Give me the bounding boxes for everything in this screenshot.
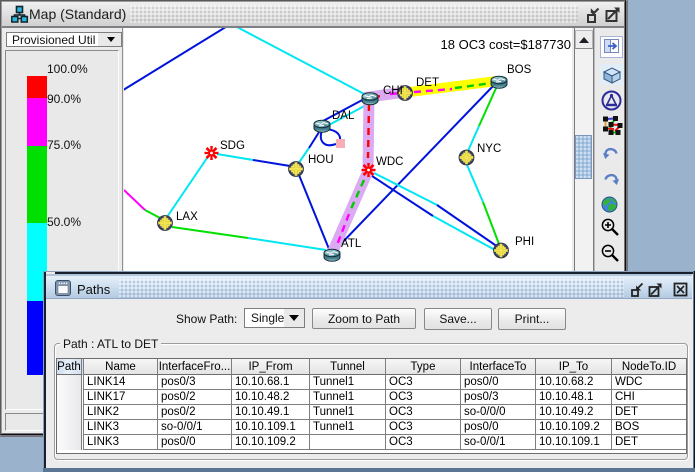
svg-text:NYC: NYC — [477, 143, 501, 155]
svg-text:LAX: LAX — [176, 211, 198, 223]
svg-text:DAL: DAL — [332, 110, 355, 122]
svg-text:CHI: CHI — [383, 85, 403, 97]
svg-text:SDG: SDG — [220, 140, 245, 152]
svg-text:DET: DET — [416, 77, 439, 89]
svg-text:ATL: ATL — [341, 238, 362, 250]
svg-text:PHI: PHI — [515, 236, 534, 248]
svg-text:HOU: HOU — [308, 154, 334, 166]
svg-text:BOS: BOS — [507, 64, 532, 76]
svg-text:WDC: WDC — [376, 156, 403, 168]
